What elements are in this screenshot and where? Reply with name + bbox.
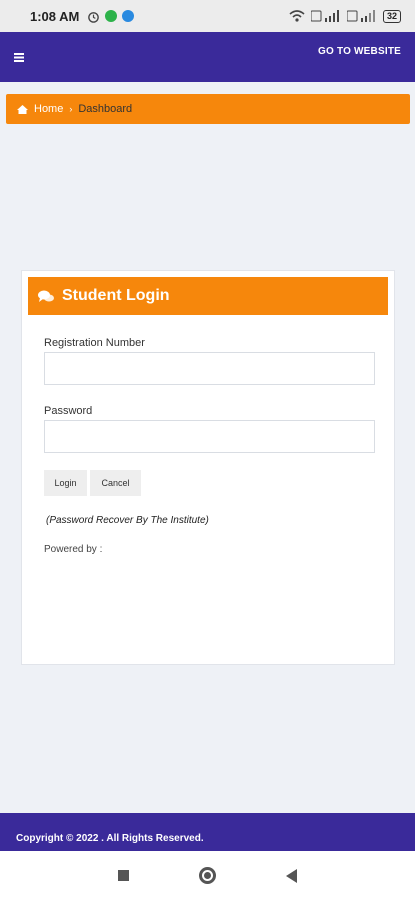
alarm-icon bbox=[88, 11, 100, 23]
home-icon bbox=[17, 104, 28, 114]
student-login-card: Student Login Registration Number Passwo… bbox=[21, 270, 395, 665]
breadcrumb-home[interactable]: Home bbox=[17, 103, 63, 115]
copyright-text: Copyright © 2022 . All Rights Reserved. bbox=[16, 833, 204, 844]
breadcrumb-current: Dashboard bbox=[78, 103, 133, 115]
home-circle-icon[interactable] bbox=[199, 867, 216, 884]
breadcrumb: Home › Dashboard bbox=[6, 94, 410, 124]
battery-icon: 32 bbox=[382, 9, 401, 23]
hamburger-icon[interactable] bbox=[14, 49, 24, 65]
status-bar: 1:08 AM 32 bbox=[0, 0, 415, 32]
powered-by-text: Powered by : bbox=[44, 544, 103, 555]
form-buttons: Login Cancel bbox=[44, 470, 378, 496]
wifi-icon bbox=[289, 10, 305, 22]
login-form: Registration Number Password Login Cance… bbox=[22, 315, 394, 555]
top-header: GO TO WEBSITE bbox=[0, 32, 415, 82]
login-button[interactable]: Login bbox=[44, 470, 87, 496]
recents-square-icon[interactable] bbox=[118, 870, 129, 881]
registration-number-label: Registration Number bbox=[44, 337, 145, 349]
app-badge-icon bbox=[105, 10, 118, 22]
breadcrumb-home-label: Home bbox=[34, 103, 64, 115]
card-title: Student Login bbox=[62, 287, 170, 304]
status-system-icons: 32 bbox=[289, 9, 401, 23]
go-to-website-link[interactable]: GO TO WEBSITE bbox=[318, 46, 401, 57]
cancel-button[interactable]: Cancel bbox=[90, 470, 141, 496]
password-input[interactable] bbox=[44, 420, 375, 453]
chat-bubbles-icon bbox=[38, 290, 54, 302]
signal-2-icon bbox=[346, 10, 375, 22]
notification-icon bbox=[122, 10, 135, 22]
breadcrumb-separator: › bbox=[69, 104, 73, 114]
signal-icon bbox=[310, 10, 339, 22]
back-triangle-icon[interactable] bbox=[286, 868, 297, 883]
password-recover-note: (Password Recover By The Institute) bbox=[46, 515, 209, 526]
footer: Copyright © 2022 . All Rights Reserved. bbox=[0, 813, 415, 851]
password-label: Password bbox=[44, 405, 93, 417]
status-notification-icons bbox=[87, 10, 135, 23]
status-time: 1:08 AM bbox=[30, 8, 80, 24]
card-header: Student Login bbox=[28, 277, 388, 315]
system-nav-bar bbox=[0, 851, 415, 900]
registration-number-input[interactable] bbox=[44, 352, 375, 385]
